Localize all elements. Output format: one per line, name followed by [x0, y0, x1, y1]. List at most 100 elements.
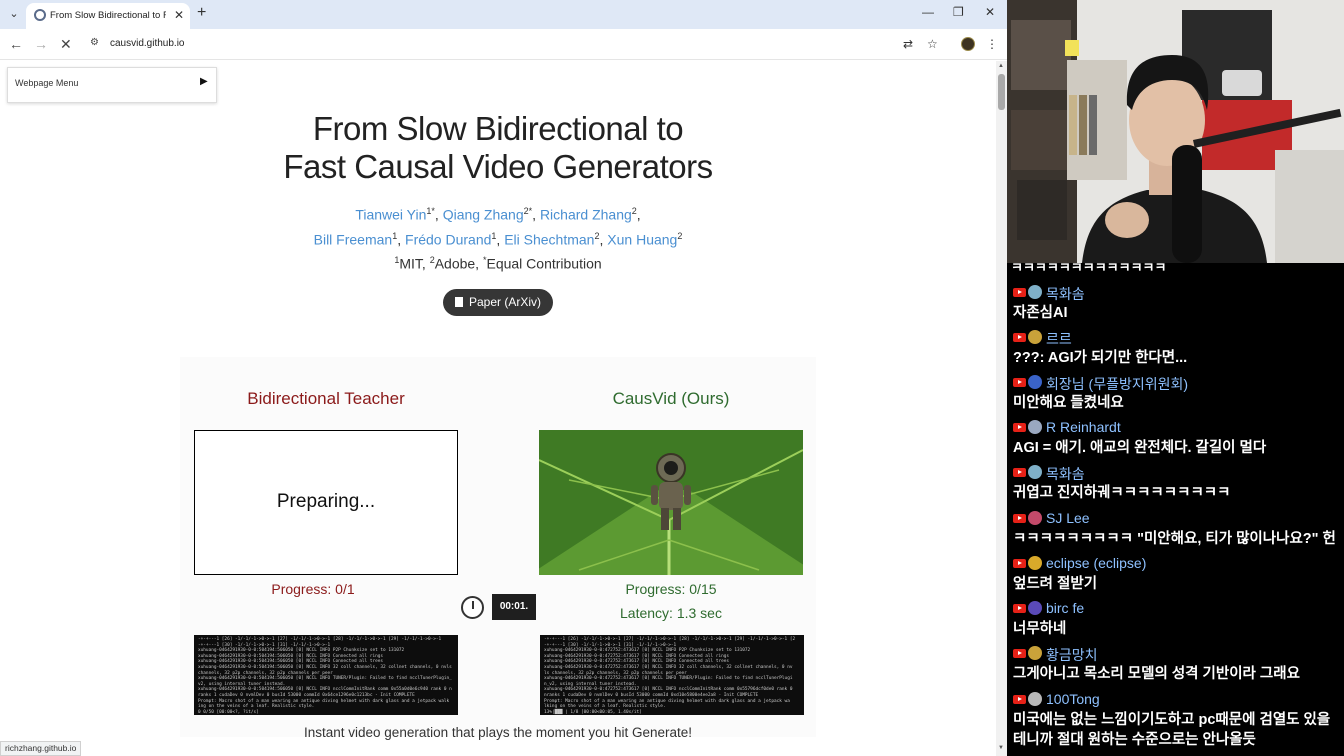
chat-message: 100Tong 미국에는 없는 느낌이기도하고 pc때문에 검열도 있을	[1013, 690, 1343, 730]
youtube-icon	[1013, 378, 1026, 387]
author-sup: 1*	[426, 206, 435, 216]
translate-icon[interactable]: ⇄	[903, 37, 913, 51]
chat-text: AGI = 애기. 애교의 완전체다. 갈길이 멀다	[1013, 440, 1267, 456]
avatar	[1028, 646, 1042, 660]
author-sup: 2*	[523, 206, 533, 216]
url-text[interactable]: causvid.github.io	[110, 38, 185, 49]
chat-username: SJ Lee	[1046, 510, 1090, 526]
causvid-heading: CausVid (Ours)	[612, 389, 730, 408]
terminal-line: -+-+---1 [26] -1/-1/-1->0->-1 [27] -1/-1…	[198, 637, 442, 642]
chat-username: 황금망치	[1046, 647, 1098, 663]
browser-tab[interactable]: From Slow Bidirectional to Fa ✕	[26, 3, 190, 29]
back-icon[interactable]: ←	[9, 36, 23, 52]
chat-text: 엎드려 절받기	[1013, 576, 1098, 592]
author-link[interactable]: Frédo Durand	[405, 232, 491, 248]
youtube-icon	[1013, 288, 1026, 297]
stop-loading-icon[interactable]: ✕	[60, 36, 72, 53]
avatar	[1028, 375, 1042, 389]
author-link[interactable]: Xun Huang	[607, 232, 677, 248]
avatar	[1028, 465, 1042, 479]
webpage-menu[interactable]: Webpage Menu ▶	[7, 67, 217, 103]
tab-favicon-icon	[34, 9, 46, 21]
youtube-icon	[1013, 423, 1026, 432]
chat-username: R Reinhardt	[1046, 419, 1121, 435]
chat-text: ???: AGI가 되기만 한다면...	[1013, 350, 1188, 366]
title-line-1: From Slow Bidirectional to	[312, 110, 684, 147]
paper-button-label: Paper (ArXiv)	[468, 295, 542, 309]
chat-text: 너무하네	[1013, 621, 1067, 637]
author-link[interactable]: Tianwei Yin	[355, 207, 426, 223]
forward-icon[interactable]: →	[34, 36, 48, 52]
chat-text: ㅋㅋㅋㅋㅋㅋㅋㅋㅋ "미안해요, 티가 많이나나요?" 헌	[1013, 531, 1336, 547]
pdf-icon	[454, 297, 463, 307]
chat-username: birc fe	[1046, 600, 1085, 616]
chat-message: birc fe 너무하네	[1013, 599, 1343, 639]
chat-text: 미국에는 없는 느낌이기도하고 pc때문에 검열도 있을	[1013, 712, 1331, 728]
avatar	[1028, 692, 1042, 706]
causvid-video[interactable]	[539, 430, 803, 575]
chat-message-header: SJ Lee	[1013, 509, 1343, 529]
author-link[interactable]: Bill Freeman	[314, 232, 393, 248]
tab-bar: ⌄ From Slow Bidirectional to Fa ✕ + — ❐ …	[0, 0, 1007, 29]
teacher-heading: Bidirectional Teacher	[247, 389, 405, 408]
avatar	[1028, 330, 1042, 344]
chat-text: 귀엽고 진지하궤ㅋㅋㅋㅋㅋㅋㅋㅋㅋ	[1013, 485, 1231, 501]
youtube-icon	[1013, 514, 1026, 523]
url-field[interactable]: ⚙ causvid.github.io	[84, 33, 950, 55]
tab-search-dropdown-icon[interactable]: ⌄	[5, 5, 23, 23]
webpage: Webpage Menu ▶ From Slow Bidirectional t…	[0, 61, 996, 756]
live-chat: ㅋㅋㅋㅋㅋㅋㅋㅋㅋㅋㅋㅋㅋ 목화솜 자존심AI 르르???: AGI가 되기만 한다…	[1007, 263, 1344, 756]
chat-message-header: 르르	[1013, 328, 1343, 348]
affiliations: 1MIT, 2Adobe, *Equal Contribution	[0, 255, 996, 272]
tagline: Instant video generation that plays the …	[304, 725, 692, 740]
tab-close-icon[interactable]: ✕	[174, 8, 184, 22]
new-tab-icon[interactable]: +	[197, 4, 206, 22]
chat-message: SJ Lee ㅋㅋㅋㅋㅋㅋㅋㅋㅋ "미안해요, 티가 많이나나요?" 헌	[1013, 509, 1343, 549]
streamer-webcam	[1007, 0, 1344, 263]
restore-icon[interactable]: ❐	[953, 5, 964, 19]
youtube-icon	[1013, 559, 1026, 568]
affil-mit: MIT,	[399, 255, 430, 272]
minimize-icon[interactable]: —	[922, 5, 934, 19]
paper-arxiv-button[interactable]: Paper (ArXiv)	[443, 289, 553, 316]
page-scrollbar[interactable]: ▲ ▼	[996, 61, 1007, 756]
author-link[interactable]: Qiang Zhang	[443, 207, 524, 223]
page-title: From Slow Bidirectional to Fast Causal V…	[0, 110, 996, 186]
authors-line-2: Bill Freeman1, Frédo Durand1, Eli Shecht…	[313, 231, 683, 248]
browser-menu-icon[interactable]: ⋮	[986, 37, 998, 51]
site-info-icon[interactable]: ⚙	[90, 37, 99, 48]
play-arrow-icon[interactable]: ▶	[200, 76, 208, 87]
scroll-thumb[interactable]	[998, 74, 1005, 110]
chat-username: 100Tong	[1046, 691, 1100, 707]
chat-message-header: 100Tong	[1013, 690, 1343, 710]
terminal-line: xuhuang-0464291930-0-0:472752:473617 [0]…	[544, 676, 793, 682]
chat-message: R Reinhardt AGI = 애기. 애교의 완전체다. 갈길이 멀다	[1013, 418, 1343, 458]
author-link[interactable]: Eli Shechtman	[504, 232, 594, 248]
youtube-icon	[1013, 333, 1026, 342]
chat-username: 목화솜	[1046, 286, 1085, 302]
youtube-icon	[1013, 468, 1026, 477]
causvid-terminal: -+-+---1 [26] -1/-1/-1->0->-1 [27] -1/-1…	[540, 635, 804, 715]
chat-message: 목화솜 귀엽고 진지하궤ㅋㅋㅋㅋㅋㅋㅋㅋㅋ	[1013, 463, 1343, 503]
chat-username: 르르	[1046, 331, 1072, 347]
chat-message: 테니까 절대 원하는 수준으로는 안나올듯	[1013, 730, 1343, 750]
chat-message-header: 회장님 (무플방지위원회)	[1013, 373, 1343, 393]
scroll-up-icon[interactable]: ▲	[998, 63, 1004, 69]
chat-text: 미안해요 들켰네요	[1013, 395, 1124, 411]
address-bar: ← → ✕ ⚙ causvid.github.io ⇄ ☆ ⋮	[0, 29, 1007, 60]
diver-on-leaf-image	[539, 430, 803, 575]
causvid-progress: Progress: 0/15	[625, 581, 717, 597]
window-close-icon[interactable]: ✕	[985, 5, 995, 19]
author-link[interactable]: Richard Zhang	[540, 207, 632, 223]
bookmark-star-icon[interactable]: ☆	[927, 37, 938, 51]
chat-message-header: birc fe	[1013, 599, 1343, 619]
terminal-line: 13%|███ | 1/8 [00:00<00:05, 1.40s/it]	[544, 709, 642, 715]
scroll-down-icon[interactable]: ▼	[998, 745, 1004, 751]
avatar	[1028, 420, 1042, 434]
teacher-video[interactable]: Preparing...	[194, 430, 458, 575]
chat-username: eclipse (eclipse)	[1046, 555, 1147, 571]
affil-adobe: Adobe,	[434, 255, 483, 272]
profile-avatar[interactable]	[961, 37, 975, 51]
chat-text: 테니까 절대 원하는 수준으로는 안나올듯	[1013, 732, 1256, 748]
avatar	[1028, 285, 1042, 299]
